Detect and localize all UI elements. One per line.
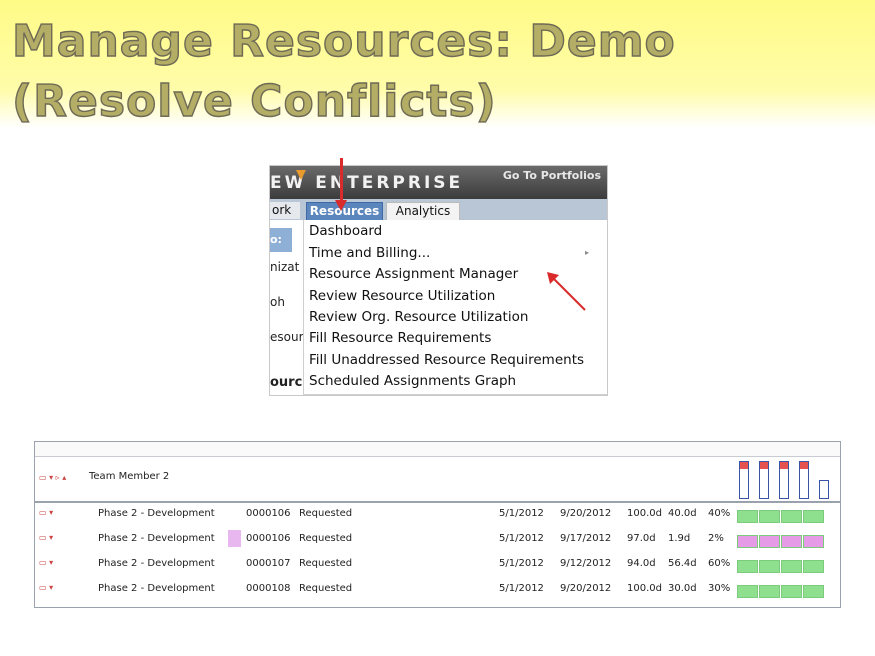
- work-cell: 97.0d: [627, 533, 656, 544]
- allocation-segment: [781, 535, 802, 548]
- table-row[interactable]: ▭ ▾ Phase 2 - Development 0000108 Requested…: [35, 578, 840, 603]
- assignment-id-cell: 0000106: [246, 533, 291, 544]
- slide-title-banner: Manage Resources: Demo (Resolve Conflict…: [0, 0, 875, 128]
- row-menu-icon[interactable]: ▭ ▾: [39, 508, 53, 517]
- actual-cell: 1.9d: [668, 533, 691, 544]
- percent-cell: 30%: [708, 583, 731, 594]
- histogram-bar: [739, 461, 749, 499]
- percent-cell: 40%: [708, 508, 731, 519]
- tab-work[interactable]: ork: [270, 202, 300, 219]
- table-row[interactable]: ▭ ▾ Phase 2 - Development 0000107 Requested…: [35, 553, 840, 578]
- histogram-bar: [819, 480, 829, 499]
- grid-header-strip: [35, 442, 840, 457]
- allocation-segment: [781, 585, 802, 598]
- pointer-arrow-assignment-manager-icon: [547, 272, 586, 311]
- allocation-segment: [759, 585, 780, 598]
- finish-date-cell: 9/20/2012: [560, 508, 612, 519]
- histogram-bar: [799, 461, 809, 499]
- start-date-cell: 5/1/2012: [499, 583, 544, 594]
- actual-cell: 56.4d: [668, 558, 697, 569]
- allocation-segment: [803, 535, 824, 548]
- actual-cell: 30.0d: [668, 583, 697, 594]
- background-page-left: o: nizat oh esour ourc: [270, 220, 304, 395]
- phase-cell: Phase 2 - Development: [98, 508, 215, 519]
- allocation-segment: [737, 535, 758, 548]
- allocation-segment: [737, 585, 758, 598]
- finish-date-cell: 9/17/2012: [560, 533, 612, 544]
- actual-cell: 40.0d: [668, 508, 697, 519]
- status-cell: Requested: [299, 558, 353, 569]
- overallocation-cap: [740, 462, 748, 469]
- pointer-arrow-head-icon: [335, 200, 347, 211]
- page-text-fragment: ourc: [270, 375, 303, 390]
- allocation-segment: [781, 560, 802, 573]
- start-date-cell: 5/1/2012: [499, 508, 544, 519]
- allocation-segment: [803, 585, 824, 598]
- phase-cell: Phase 2 - Development: [98, 533, 215, 544]
- conflict-marker: [228, 530, 241, 547]
- percent-cell: 2%: [708, 533, 724, 544]
- submenu-arrow-icon: ▸: [584, 248, 589, 257]
- histogram-bar: [759, 461, 769, 499]
- row-expand-icon[interactable]: ▭ ▾ ▹ ▴: [39, 473, 66, 482]
- allocation-segment: [803, 510, 824, 523]
- page-text-fragment: nizat: [270, 260, 300, 274]
- page-text-fragment: oh: [270, 295, 285, 309]
- finish-date-cell: 9/20/2012: [560, 583, 612, 594]
- page-header-fragment: o:: [270, 228, 292, 252]
- assignment-id-cell: 0000106: [246, 508, 291, 519]
- menu-item-review-org-resource-utilization[interactable]: Review Org. Resource Utilization: [309, 309, 528, 325]
- work-cell: 94.0d: [627, 558, 656, 569]
- phase-cell: Phase 2 - Development: [98, 583, 215, 594]
- page-text-fragment: esour: [270, 330, 304, 344]
- menu-item-time-and-billing[interactable]: Time and Billing...: [309, 245, 430, 261]
- allocation-segment: [759, 535, 780, 548]
- overallocation-cap: [800, 462, 808, 469]
- table-row[interactable]: ▭ ▾ Phase 2 - Development 0000106 Requested…: [35, 503, 840, 528]
- allocation-segment: [803, 560, 824, 573]
- brand-bar: EW ENTERPRISE Go To Portfolios: [270, 166, 607, 199]
- team-member-name: Team Member 2: [89, 471, 170, 482]
- assignment-id-cell: 0000108: [246, 583, 291, 594]
- percent-cell: 60%: [708, 558, 731, 569]
- team-member-row[interactable]: ▭ ▾ ▹ ▴ Team Member 2: [35, 457, 840, 503]
- overallocation-cap: [780, 462, 788, 469]
- allocation-segment: [759, 510, 780, 523]
- table-row[interactable]: ▭ ▾ Phase 2 - Development 0000106 Requested…: [35, 528, 840, 553]
- allocation-segment: [759, 560, 780, 573]
- tab-analytics[interactable]: Analytics: [386, 202, 460, 221]
- status-cell: Requested: [299, 508, 353, 519]
- allocation-segment: [781, 510, 802, 523]
- assignment-grid: ▭ ▾ ▹ ▴ Team Member 2 ▭ ▾ Phase 2 - Devel…: [34, 441, 841, 608]
- finish-date-cell: 9/12/2012: [560, 558, 612, 569]
- overallocation-cap: [760, 462, 768, 469]
- start-date-cell: 5/1/2012: [499, 558, 544, 569]
- menu-item-dashboard[interactable]: Dashboard: [309, 223, 382, 239]
- row-menu-icon[interactable]: ▭ ▾: [39, 558, 53, 567]
- allocation-segment: [737, 560, 758, 573]
- status-cell: Requested: [299, 583, 353, 594]
- status-cell: Requested: [299, 533, 353, 544]
- menu-item-review-resource-utilization[interactable]: Review Resource Utilization: [309, 288, 495, 304]
- menu-item-fill-unaddressed-resource-requirements[interactable]: Fill Unaddressed Resource Requirements: [309, 352, 584, 368]
- menu-item-scheduled-assignments-graph[interactable]: Scheduled Assignments Graph: [309, 373, 516, 389]
- row-menu-icon[interactable]: ▭ ▾: [39, 583, 53, 592]
- start-date-cell: 5/1/2012: [499, 533, 544, 544]
- main-tab-bar: ork Resources Analytics: [270, 199, 607, 221]
- slide-title-line-2: (Resolve Conflicts): [11, 75, 497, 127]
- assignment-id-cell: 0000107: [246, 558, 291, 569]
- row-menu-icon[interactable]: ▭ ▾: [39, 533, 53, 542]
- slide-title-line-1: Manage Resources: Demo: [11, 15, 676, 67]
- work-cell: 100.0d: [627, 583, 662, 594]
- pointer-arrow-resources: [340, 158, 343, 203]
- menu-item-fill-resource-requirements[interactable]: Fill Resource Requirements: [309, 330, 491, 346]
- brand-logo-icon: [296, 170, 306, 180]
- work-cell: 100.0d: [627, 508, 662, 519]
- allocation-segment: [737, 510, 758, 523]
- histogram-bar: [779, 461, 789, 499]
- phase-cell: Phase 2 - Development: [98, 558, 215, 569]
- utilization-histogram: [739, 461, 829, 499]
- menu-item-resource-assignment-manager[interactable]: Resource Assignment Manager: [309, 266, 518, 282]
- go-to-portfolios-link[interactable]: Go To Portfolios: [503, 169, 601, 182]
